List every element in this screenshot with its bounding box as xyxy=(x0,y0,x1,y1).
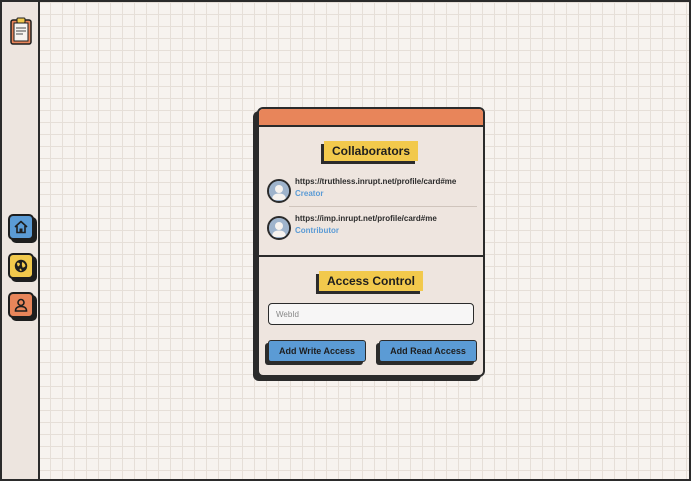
home-icon xyxy=(14,220,28,234)
collaborator-item[interactable]: https://imp.inrupt.net/profile/card#me C… xyxy=(267,214,477,240)
avatar xyxy=(267,216,291,240)
profile-button[interactable] xyxy=(8,292,34,318)
sidebar xyxy=(2,2,40,479)
globe-button[interactable] xyxy=(8,253,34,279)
collaborator-role: Creator xyxy=(295,189,324,198)
card-header-bar xyxy=(259,109,483,127)
user-avatar-icon xyxy=(269,181,289,201)
collaborator-role: Contributor xyxy=(295,226,339,235)
clipboard-icon[interactable] xyxy=(10,17,32,45)
user-avatar-icon xyxy=(269,218,289,238)
access-control-heading: Access Control xyxy=(318,271,424,291)
user-icon xyxy=(14,298,28,312)
home-button[interactable] xyxy=(8,214,34,240)
collaborator-webid: https://imp.inrupt.net/profile/card#me xyxy=(295,214,437,223)
collaborator-webid: https://truthless.inrupt.net/profile/car… xyxy=(295,177,457,186)
collaborator-item[interactable]: https://truthless.inrupt.net/profile/car… xyxy=(267,177,477,203)
add-read-access-button[interactable]: Add Read Access xyxy=(379,340,477,362)
webid-input[interactable] xyxy=(268,303,474,325)
list-divider xyxy=(289,206,477,207)
globe-icon xyxy=(14,259,28,273)
sharing-card: Collaborators https://truthless.inrupt.n… xyxy=(257,107,485,377)
section-divider xyxy=(259,255,483,257)
app-window: Collaborators https://truthless.inrupt.n… xyxy=(0,0,691,481)
add-write-access-button[interactable]: Add Write Access xyxy=(268,340,366,362)
avatar xyxy=(267,179,291,203)
collaborators-heading: Collaborators xyxy=(323,141,419,161)
